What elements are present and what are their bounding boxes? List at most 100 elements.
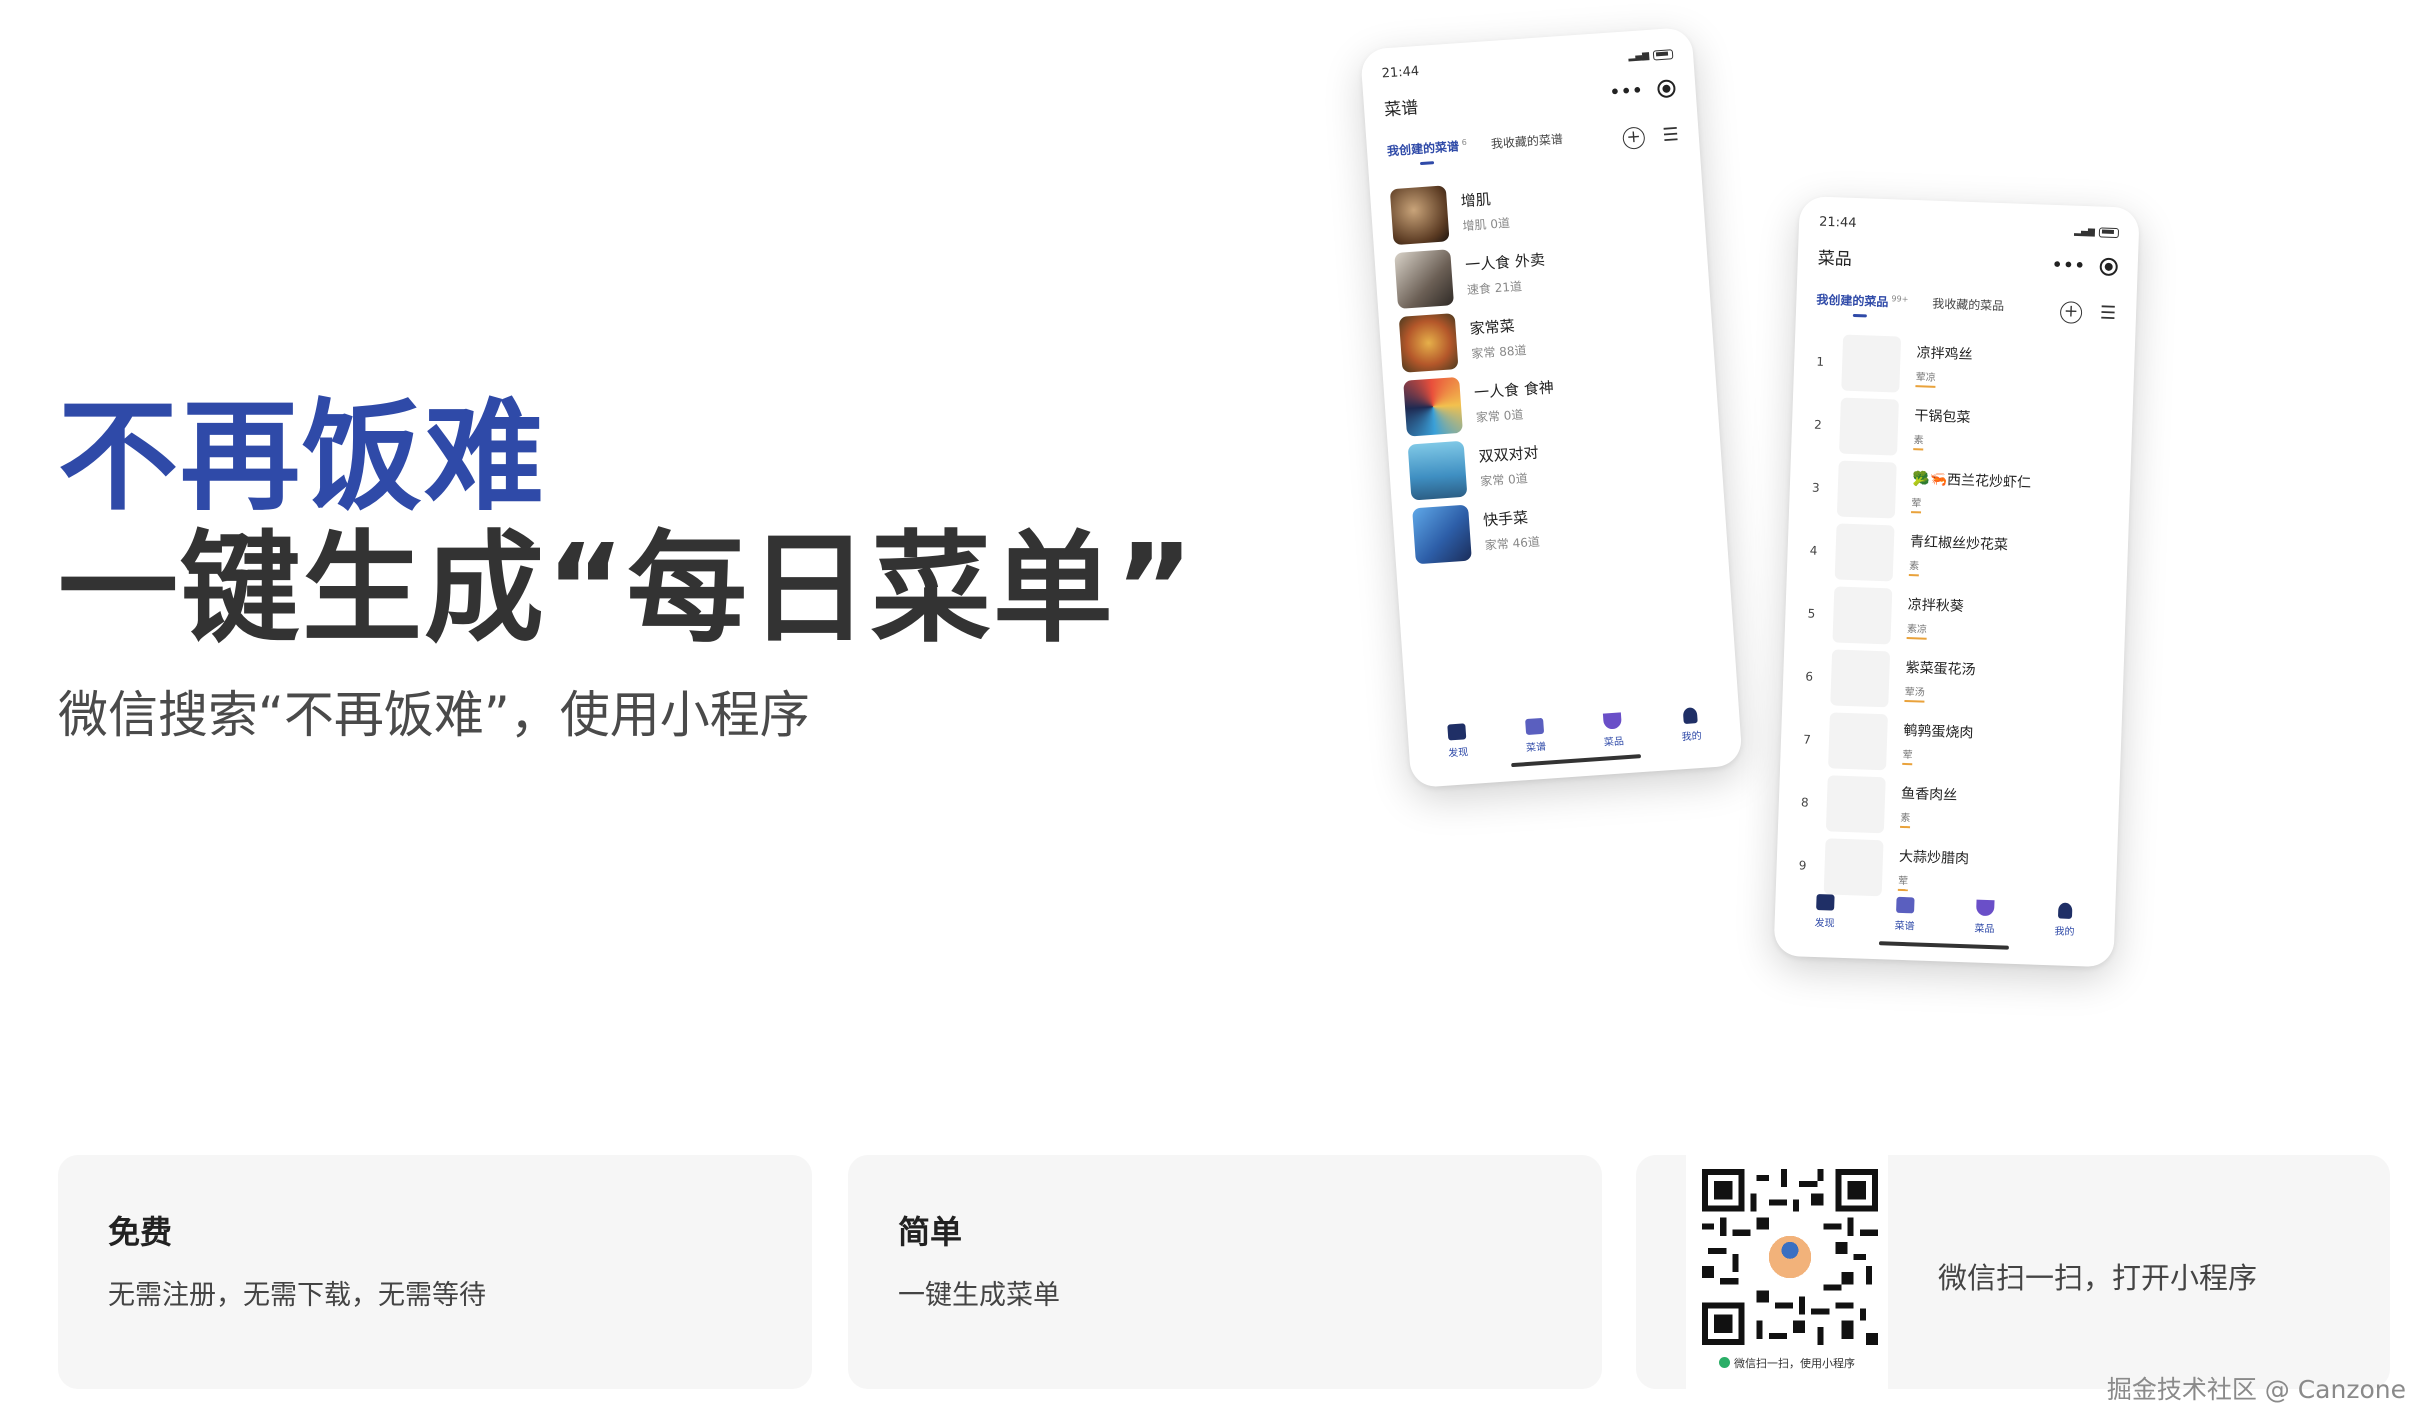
menu-meta: 增肌 0道 xyxy=(1462,215,1511,234)
status-icons: ▂▄▆ xyxy=(2074,226,2120,238)
fork-knife-icon xyxy=(1447,723,1467,741)
list-item[interactable]: 1 凉拌鸡丝 荤凉 xyxy=(1813,330,2115,403)
list-item[interactable]: 2 干锅包菜素 xyxy=(1811,393,2113,466)
qr-hint: 微信扫一扫，打开小程序 xyxy=(1938,1261,2258,1295)
dish-tag: 荤 xyxy=(1897,871,1909,892)
menu-meta: 家常 88道 xyxy=(1470,343,1527,361)
menu-thumbnail xyxy=(1412,504,1472,565)
list-icon[interactable]: ☰ xyxy=(1662,124,1680,146)
tab-dishes[interactable]: 菜品 xyxy=(1974,899,1995,935)
dish-name: 鱼香肉丝 xyxy=(1900,785,1958,804)
more-icon[interactable]: ••• xyxy=(1609,80,1644,101)
dish-index: 4 xyxy=(1809,543,1818,558)
dish-index: 6 xyxy=(1805,668,1814,684)
tab-discover[interactable]: 发现 xyxy=(1814,894,1835,930)
menu-list: 增肌 增肌 0道 一人食 外卖 速食 21道 家常菜 家常 88道 一人食 食神 家常 … xyxy=(1368,146,1727,570)
status-icons: ▂▄▆ xyxy=(1628,48,1674,62)
book-icon xyxy=(1525,717,1545,736)
hero-subtitle: 一键生成“每日菜单” xyxy=(58,520,1196,659)
menu-thumbnail xyxy=(1398,313,1459,373)
dish-tag: 荤凉 xyxy=(1915,368,1937,388)
tab-dishes[interactable]: 菜品 xyxy=(1602,712,1624,749)
list-item[interactable]: 5 凉拌秋葵 素凉 xyxy=(1804,581,2106,654)
dish-name: 凉拌秋葵 xyxy=(1907,597,1965,615)
dish-name: 🥦🦐西兰花炒虾仁 xyxy=(1911,471,2032,492)
dish-index: 3 xyxy=(1811,480,1820,495)
more-icon[interactable]: ••• xyxy=(2052,255,2086,275)
close-target-icon[interactable] xyxy=(2099,257,2119,276)
add-icon[interactable]: + xyxy=(2059,300,2083,324)
dish-index: 2 xyxy=(1813,417,1823,432)
menu-meta: 家常 0道 xyxy=(1479,471,1529,489)
menu-thumbnail xyxy=(1407,440,1468,501)
list-item[interactable]: 6 紫菜蛋花汤荤汤 xyxy=(1802,644,2104,717)
hero-title: 不再饭难 xyxy=(58,388,546,527)
bottom-tab-bar: 发现 菜谱 菜品 我的 xyxy=(1407,704,1741,762)
status-time: 21:44 xyxy=(1381,63,1420,82)
dish-tag: 荤 xyxy=(1902,745,1913,766)
list-icon[interactable]: ☰ xyxy=(2100,303,2117,325)
menu-name: 双双对对 xyxy=(1478,443,1540,466)
dish-name: 大蒜炒腊肉 xyxy=(1898,848,1970,868)
dish-list: 1 凉拌鸡丝 荤凉 2 干锅包菜素 3 🥦🦐西兰花炒虾仁荤 4 青红椒丝炒花菜素 5 凉拌秋… xyxy=(1776,315,2136,908)
person-icon xyxy=(2057,902,2073,919)
page-title: 菜谱 xyxy=(1383,98,1419,121)
qr-code-icon xyxy=(1702,1169,1878,1345)
hero-hint: 微信搜索“不再饭难”，使用小程序 xyxy=(58,686,810,744)
home-indicator xyxy=(1878,941,2009,950)
battery-icon xyxy=(1652,48,1674,61)
menu-name: 增肌 xyxy=(1460,190,1492,211)
qr-code-box[interactable]: 微信扫一扫，使用小程序 xyxy=(1686,1155,1888,1389)
dish-tag: 荤 xyxy=(1911,494,1922,514)
list-item[interactable]: 4 青红椒丝炒花菜素 xyxy=(1807,519,2109,592)
dish-index: 9 xyxy=(1798,857,1807,873)
fork-knife-icon xyxy=(1816,894,1835,911)
tab-me[interactable]: 我的 xyxy=(1680,707,1702,743)
wechat-icon xyxy=(1719,1357,1730,1368)
add-icon[interactable]: + xyxy=(1621,125,1646,150)
qr-card: 微信扫一扫，使用小程序 微信扫一扫，打开小程序 xyxy=(1636,1155,2390,1389)
tab-my-dishes[interactable]: 我创建的菜品 99+ xyxy=(1816,291,1909,319)
tab-fav-dishes[interactable]: 我收藏的菜品 xyxy=(1932,295,2005,322)
signal-icon: ▂▄▆ xyxy=(1628,50,1650,62)
close-target-icon[interactable] xyxy=(1656,78,1677,98)
bowl-icon xyxy=(1975,899,1995,917)
card-title: 简单 xyxy=(898,1213,963,1251)
dish-thumbnail xyxy=(1832,585,1893,644)
list-item[interactable]: 8 鱼香肉丝素 xyxy=(1798,770,2100,843)
dish-thumbnail xyxy=(1841,334,1902,393)
dish-thumbnail xyxy=(1839,397,1899,456)
list-item[interactable]: 7 鹌鹑蛋烧肉荤 xyxy=(1800,707,2102,780)
status-time: 21:44 xyxy=(1818,214,1857,231)
dish-tag: 素凉 xyxy=(1906,620,1928,640)
dish-tag: 荤汤 xyxy=(1904,682,1926,703)
tab-menus[interactable]: 菜谱 xyxy=(1524,717,1546,754)
signal-icon: ▂▄▆ xyxy=(2074,226,2096,237)
dish-tag: 素 xyxy=(1913,431,1924,451)
mini-program-capsule: ••• xyxy=(2052,255,2119,276)
card-description: 一键生成菜单 xyxy=(898,1280,1060,1311)
battery-icon xyxy=(2098,226,2120,238)
dish-name: 青红椒丝炒花菜 xyxy=(1909,534,2009,554)
menu-meta: 家常 46道 xyxy=(1484,534,1541,553)
tab-fav-menus[interactable]: 我收藏的菜谱 xyxy=(1490,130,1564,160)
list-item[interactable]: 3 🥦🦐西兰花炒虾仁荤 xyxy=(1809,456,2111,529)
tab-me[interactable]: 我的 xyxy=(2054,902,2075,938)
tab-menus[interactable]: 菜谱 xyxy=(1894,896,1915,932)
dish-thumbnail xyxy=(1830,648,1891,707)
menu-thumbnail xyxy=(1394,249,1455,309)
mini-program-capsule: ••• xyxy=(1609,78,1677,102)
dish-name: 干锅包菜 xyxy=(1914,408,1971,427)
dish-index: 8 xyxy=(1800,794,1809,810)
menu-name: 一人食 食神 xyxy=(1473,378,1555,402)
menu-meta: 家常 0道 xyxy=(1475,407,1524,425)
hero: 不再饭难 一键生成“每日菜单” 微信搜索“不再饭难”，使用小程序 xyxy=(58,395,1196,747)
dish-thumbnail xyxy=(1834,522,1895,581)
dish-thumbnail xyxy=(1836,460,1897,519)
person-icon xyxy=(1682,707,1698,725)
bowl-icon xyxy=(1602,712,1622,730)
dish-name: 紫菜蛋花汤 xyxy=(1905,659,1976,679)
feature-card-free: 免费 无需注册，无需下载，无需等待 xyxy=(58,1155,812,1389)
dish-thumbnail xyxy=(1823,837,1884,896)
tab-discover[interactable]: 发现 xyxy=(1446,723,1469,760)
